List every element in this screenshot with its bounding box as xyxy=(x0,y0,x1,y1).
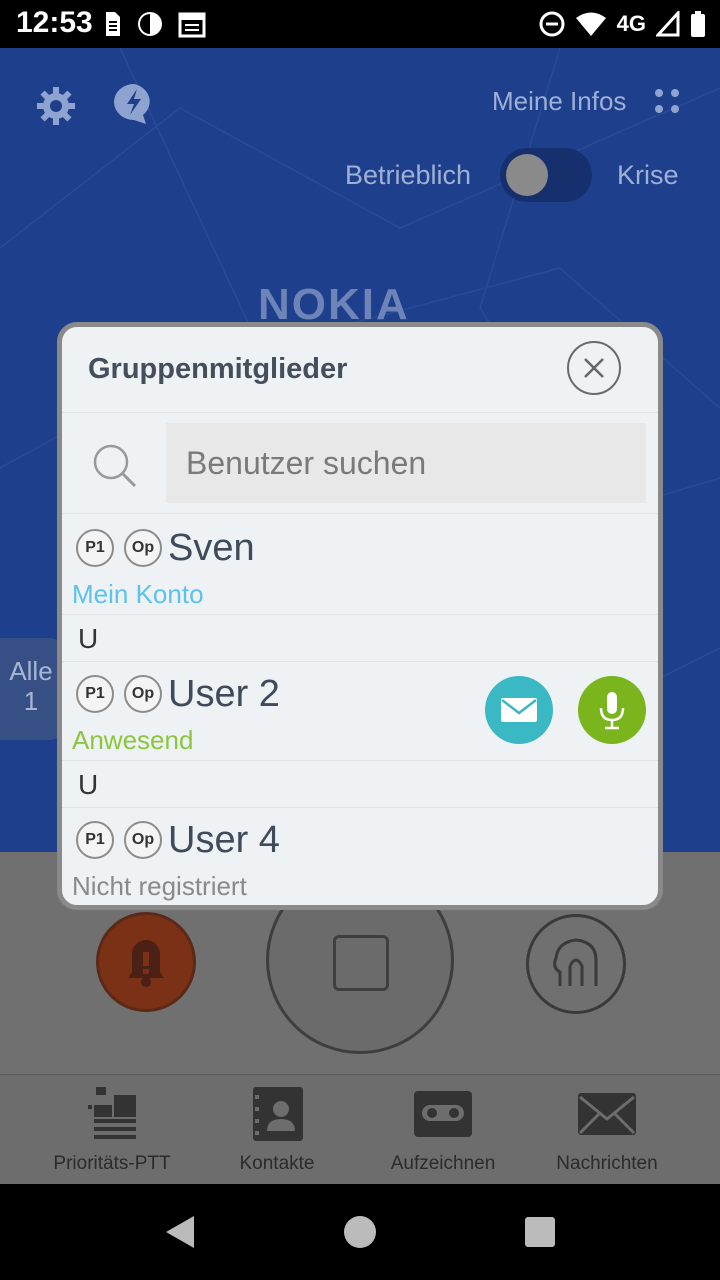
menu-dots-icon[interactable] xyxy=(654,88,680,114)
status-bar: 12:53 4G xyxy=(0,0,720,48)
man-down-button[interactable] xyxy=(526,914,626,1014)
side-tab-label: Alle xyxy=(9,656,53,686)
search-row xyxy=(62,412,658,514)
member-name: User 2 xyxy=(168,673,280,715)
nav-label-priority-ptt: Prioritäts-PTT xyxy=(53,1153,171,1174)
nav-item-record[interactable]: Aufzeichnen xyxy=(363,1085,523,1175)
battery-icon xyxy=(691,11,705,37)
dialog-title: Gruppenmitglieder xyxy=(88,353,348,385)
nav-item-priority-ptt[interactable]: Prioritäts-PTT xyxy=(32,1085,192,1175)
head-icon xyxy=(553,938,598,986)
search-icon xyxy=(93,444,137,488)
talk-button[interactable] xyxy=(578,676,646,744)
status-time: 12:53 xyxy=(16,6,93,39)
search-input[interactable] xyxy=(166,423,646,503)
section-header: U xyxy=(62,762,658,808)
bottom-navigation: Prioritäts-PTT Kontakte Aufzeichnen Nach… xyxy=(0,1074,720,1184)
group-side-tab[interactable]: Alle 1 xyxy=(0,638,62,740)
mode-toggle[interactable] xyxy=(500,148,592,202)
priority-badge: P1 xyxy=(76,675,114,713)
network-type: 4G xyxy=(616,11,646,36)
messages-icon xyxy=(578,1093,636,1135)
role-badge: Op xyxy=(124,529,162,567)
nav-label-messages: Nachrichten xyxy=(556,1153,658,1174)
send-message-button[interactable] xyxy=(485,676,553,744)
calendar-icon xyxy=(178,12,206,38)
member-name: Sven xyxy=(168,527,255,569)
close-icon xyxy=(584,358,604,378)
mode-crisis-label: Krise xyxy=(617,160,679,190)
member-status: Mein Konto xyxy=(72,579,204,609)
microphone-icon xyxy=(599,692,625,730)
quick-actions-bolt-icon[interactable] xyxy=(110,82,158,126)
member-row[interactable]: P1 Op User 4 Nicht registriert xyxy=(62,807,658,905)
close-button[interactable] xyxy=(567,341,621,395)
nav-item-messages[interactable]: Nachrichten xyxy=(527,1085,687,1175)
nav-label-contacts: Kontakte xyxy=(239,1153,315,1174)
member-status: Nicht registriert xyxy=(72,871,247,901)
side-tab-count: 1 xyxy=(23,686,39,716)
role-badge: Op xyxy=(124,821,162,859)
group-members-dialog: Gruppenmitglieder P1 Op Sven Mein Konto … xyxy=(57,322,663,910)
stop-square-icon xyxy=(333,935,389,991)
priority-badge: P1 xyxy=(76,821,114,859)
home-icon[interactable] xyxy=(342,1214,378,1250)
dnd-icon xyxy=(539,11,565,37)
nav-label-record: Aufzeichnen xyxy=(390,1153,496,1174)
priority-badge: P1 xyxy=(76,529,114,567)
toggle-knob xyxy=(506,154,548,196)
priority-ptt-icon xyxy=(88,1087,136,1139)
contacts-icon xyxy=(253,1087,303,1141)
system-navigation-bar xyxy=(0,1184,720,1280)
member-name: User 4 xyxy=(168,819,280,861)
member-row[interactable]: P1 Op Sven Mein Konto xyxy=(62,515,658,615)
member-row[interactable]: P1 Op User 2 Anwesend xyxy=(62,661,658,761)
emergency-alarm-button[interactable] xyxy=(96,912,196,1012)
sim-icon xyxy=(106,12,120,36)
signal-icon xyxy=(656,11,680,37)
section-header: U xyxy=(62,616,658,662)
member-status: Anwesend xyxy=(72,725,194,755)
wifi-icon xyxy=(575,12,606,36)
data-saver-icon xyxy=(138,12,162,36)
mode-operational-label: Betrieblich xyxy=(345,160,472,190)
my-info-link[interactable]: Meine Infos xyxy=(492,86,626,117)
alarm-bell-icon xyxy=(128,940,164,987)
settings-gear-icon[interactable] xyxy=(36,86,76,126)
role-badge: Op xyxy=(124,675,162,713)
envelope-icon xyxy=(501,698,537,722)
back-icon[interactable] xyxy=(162,1214,198,1250)
record-icon xyxy=(414,1091,472,1137)
recents-icon[interactable] xyxy=(524,1216,556,1248)
nav-item-contacts[interactable]: Kontakte xyxy=(197,1085,357,1175)
